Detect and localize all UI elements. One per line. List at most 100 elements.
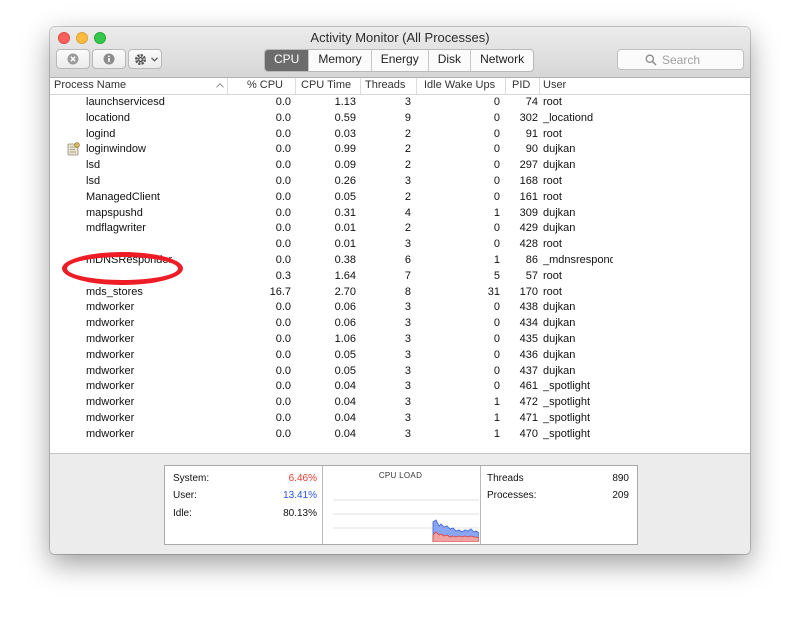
system-label: System: bbox=[173, 473, 210, 484]
cpu-time: 0.06 bbox=[334, 317, 356, 330]
tab-cpu[interactable]: CPU bbox=[265, 50, 309, 71]
table-row[interactable]: mdworker 0.0 0.04 3 1 472 _spotlight bbox=[50, 395, 750, 411]
threads: 2 bbox=[404, 127, 411, 140]
cpu-time: 0.09 bbox=[334, 159, 356, 172]
pid: 74 bbox=[525, 96, 538, 108]
table-row[interactable]: 0.0 0.01 3 0 428 root bbox=[50, 237, 750, 253]
cpu-percent: 0.0 bbox=[275, 253, 291, 266]
titlebar: Activity Monitor (All Processes) CPU Mem… bbox=[50, 27, 750, 78]
idle-wake-ups: 0 bbox=[493, 174, 500, 187]
idle-wake-ups: 0 bbox=[493, 222, 500, 235]
user: root bbox=[543, 269, 562, 282]
idle-wake-ups: 1 bbox=[493, 427, 500, 440]
pid: 302 bbox=[519, 111, 538, 124]
process-name: mdworker bbox=[86, 317, 135, 330]
table-row[interactable]: lsd 0.0 0.09 2 0 297 dujkan bbox=[50, 158, 750, 174]
cpu-time: 1.06 bbox=[334, 332, 356, 345]
threads: 6 bbox=[404, 253, 411, 266]
user: dujkan bbox=[543, 301, 576, 314]
table-row[interactable]: mdworker 0.0 0.04 3 1 471 _spotlight bbox=[50, 411, 750, 427]
user: root bbox=[543, 285, 562, 298]
table-row[interactable]: mdflagwriter 0.0 0.01 2 0 429 dujkan bbox=[50, 221, 750, 237]
process-name: lsd bbox=[86, 159, 101, 172]
column-cpu-percent[interactable]: % CPU bbox=[247, 79, 283, 91]
column-idle-wake-ups[interactable]: Idle Wake Ups bbox=[424, 79, 495, 91]
user: root bbox=[543, 174, 562, 187]
tab-memory[interactable]: Memory bbox=[308, 50, 370, 71]
table-row[interactable]: mdworker 0.0 0.05 3 0 437 dujkan bbox=[50, 364, 750, 380]
processes-label: Processes: bbox=[487, 490, 537, 501]
threads: 2 bbox=[404, 222, 411, 235]
table-row[interactable]: launchservicesd 0.0 1.13 3 0 74 root bbox=[50, 95, 750, 111]
threads: 3 bbox=[404, 332, 411, 345]
cpu-time: 0.05 bbox=[334, 364, 356, 377]
idle-wake-ups: 1 bbox=[493, 253, 500, 266]
tab-energy[interactable]: Energy bbox=[370, 50, 428, 71]
table-row[interactable]: mdworker 0.0 0.05 3 0 436 dujkan bbox=[50, 348, 750, 364]
column-threads[interactable]: Threads bbox=[365, 79, 405, 91]
table-row[interactable]: mdworker 0.0 0.04 3 0 461 _spotlight bbox=[50, 379, 750, 395]
column-user[interactable]: User bbox=[543, 79, 566, 91]
cpu-percent: 0.0 bbox=[275, 206, 291, 219]
cpu-percent: 0.0 bbox=[275, 111, 291, 124]
pid: 91 bbox=[525, 127, 538, 140]
threads: 3 bbox=[404, 238, 411, 251]
cpu-time: 0.03 bbox=[334, 127, 356, 140]
idle-wake-ups: 31 bbox=[487, 285, 500, 298]
pid: 470 bbox=[519, 427, 538, 440]
table-row[interactable]: mdworker 0.0 1.06 3 0 435 dujkan bbox=[50, 332, 750, 348]
pid: 86 bbox=[525, 253, 538, 266]
table-row[interactable]: mapspushd 0.0 0.31 4 1 309 dujkan bbox=[50, 206, 750, 222]
table-row[interactable]: loginwindow 0.0 0.99 2 0 90 dujkan bbox=[50, 142, 750, 158]
stop-process-button[interactable] bbox=[56, 49, 90, 69]
table-row[interactable]: mds_stores 16.7 2.70 8 31 170 root bbox=[50, 285, 750, 301]
idle-wake-ups: 1 bbox=[493, 206, 500, 219]
column-process-name[interactable]: Process Name bbox=[54, 79, 126, 91]
threads: 3 bbox=[404, 174, 411, 187]
process-name: loginwindow bbox=[86, 143, 146, 156]
table-row[interactable]: logind 0.0 0.03 2 0 91 root bbox=[50, 127, 750, 143]
user-label: User: bbox=[173, 490, 197, 501]
process-name: mapspushd bbox=[86, 206, 143, 219]
table-row[interactable]: ManagedClient 0.0 0.05 2 0 161 root bbox=[50, 190, 750, 206]
cpu-time: 0.04 bbox=[334, 380, 356, 393]
tab-disk[interactable]: Disk bbox=[427, 50, 470, 71]
user: dujkan bbox=[543, 364, 576, 377]
threads: 3 bbox=[404, 396, 411, 409]
process-name: mdworker bbox=[86, 301, 135, 314]
pid: 429 bbox=[519, 222, 538, 235]
pid: 438 bbox=[519, 301, 538, 314]
search-placeholder: Search bbox=[662, 53, 701, 67]
threads: 3 bbox=[404, 364, 411, 377]
table-row[interactable]: locationd 0.0 0.59 9 0 302 _locationd bbox=[50, 111, 750, 127]
action-menu-button[interactable] bbox=[128, 49, 162, 69]
cpu-time: 0.04 bbox=[334, 411, 356, 424]
column-cpu-time[interactable]: CPU Time bbox=[301, 79, 351, 91]
cpu-percent: 0.0 bbox=[275, 348, 291, 361]
table-row[interactable]: lsd 0.0 0.26 3 0 168 root bbox=[50, 174, 750, 190]
user: _mdnsrespond bbox=[543, 253, 613, 266]
threads: 8 bbox=[404, 285, 411, 298]
cpu-percent: 0.0 bbox=[275, 317, 291, 330]
idle-value: 80.13% bbox=[283, 508, 317, 519]
table-row[interactable]: mdworker 0.0 0.06 3 0 438 dujkan bbox=[50, 300, 750, 316]
pid: 436 bbox=[519, 348, 538, 361]
pid: 428 bbox=[519, 238, 538, 251]
table-row[interactable]: mdworker 0.0 0.06 3 0 434 dujkan bbox=[50, 316, 750, 332]
gear-icon bbox=[135, 54, 146, 65]
inspect-process-button[interactable] bbox=[92, 49, 126, 69]
tab-network[interactable]: Network bbox=[470, 50, 533, 71]
column-pid[interactable]: PID bbox=[512, 79, 530, 91]
process-name: ManagedClient bbox=[86, 190, 160, 203]
cpu-time: 0.59 bbox=[334, 111, 356, 124]
table-row[interactable]: mdworker 0.0 0.04 3 1 470 _spotlight bbox=[50, 427, 750, 443]
user: root bbox=[543, 190, 562, 203]
idle-wake-ups: 0 bbox=[493, 380, 500, 393]
column-separator bbox=[505, 78, 506, 94]
search-input[interactable]: Search bbox=[617, 49, 744, 70]
panel-divider bbox=[480, 466, 481, 544]
user: _spotlight bbox=[543, 411, 591, 424]
pid: 461 bbox=[519, 380, 538, 393]
idle-wake-ups: 0 bbox=[493, 159, 500, 172]
sort-ascending-icon[interactable] bbox=[216, 83, 224, 88]
